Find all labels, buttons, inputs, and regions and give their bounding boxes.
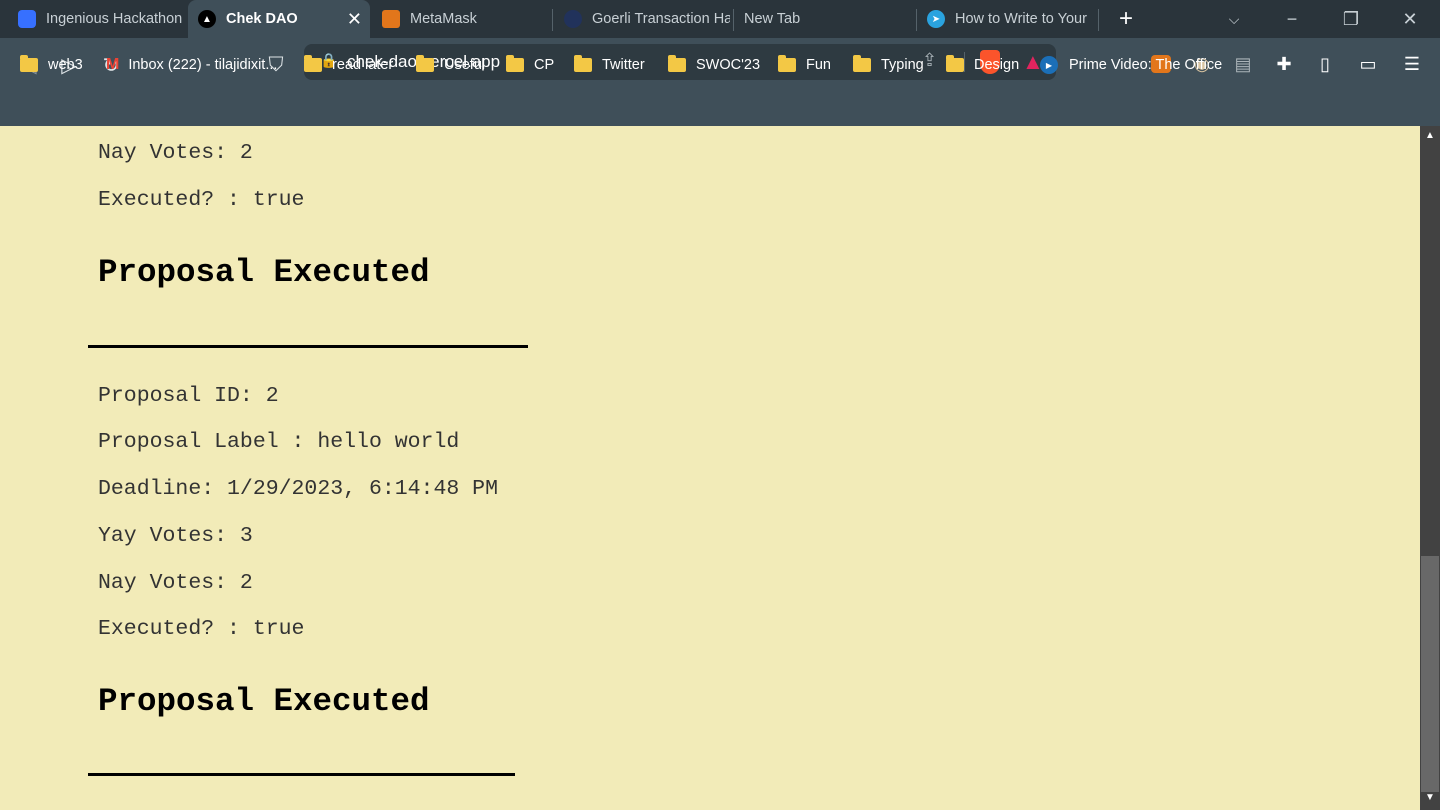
bookmark-label: Prime Video: The Office [1069, 57, 1223, 73]
bookmark-label: CP [534, 57, 555, 73]
folder-icon [304, 55, 322, 72]
tab-divider [552, 9, 553, 31]
tab-search-chevron-icon[interactable]: ⌵ [1214, 0, 1254, 38]
tab-metamask[interactable]: MetaMask [372, 0, 550, 38]
folder-icon [20, 55, 38, 72]
tab-goerli[interactable]: Goerli Transaction Ha [554, 0, 730, 38]
tab-label: Chek DAO [226, 11, 298, 27]
minimize-button[interactable]: − [1272, 0, 1312, 38]
restore-button[interactable]: ❐ [1331, 0, 1371, 38]
devfolio-icon [18, 10, 36, 28]
nay-votes: Nay Votes: 2 [98, 571, 253, 595]
bookmark-label: Inbox (222) - tilajidixit... [128, 57, 278, 73]
extensions-puzzle-icon[interactable]: ✚ [1270, 50, 1298, 78]
tab-divider [1098, 9, 1099, 31]
bookmark-cp[interactable]: CP [506, 53, 554, 77]
bookmark-label: Twitter [602, 57, 645, 73]
bookmark-label: Fun [806, 57, 831, 73]
tab-label: Goerli Transaction Ha [592, 11, 730, 27]
scroll-up-arrow-icon[interactable]: ▲ [1420, 130, 1440, 146]
bookmark-label: Typing [881, 57, 924, 73]
tab-label: Ingenious Hackathon [46, 11, 183, 27]
proposal-label: Proposal Label : hello world [98, 430, 460, 454]
divider [88, 345, 528, 348]
reader-mode-icon[interactable]: ▤ [1229, 50, 1257, 78]
bookmark-useful[interactable]: Useful [416, 53, 485, 77]
bookmark-design[interactable]: Design [946, 53, 1019, 77]
proposal-id: Proposal ID: 2 [98, 384, 279, 408]
prime-video-icon: ▶ [1040, 56, 1058, 74]
telegram-icon: ➤ [927, 10, 945, 28]
close-tab-icon[interactable]: ✕ [347, 9, 362, 30]
proposal-deadline: Deadline: 1/29/2023, 6:14:48 PM [98, 477, 498, 501]
bookmark-read-later[interactable]: read later [304, 53, 393, 77]
close-window-button[interactable]: ✕ [1390, 0, 1430, 38]
tab-label: How to Write to Your [955, 11, 1087, 27]
proposal-executed-heading: Proposal Executed [98, 683, 430, 720]
folder-icon [574, 55, 592, 72]
share-icon[interactable]: ⇪ [922, 50, 937, 71]
folder-icon [506, 55, 524, 72]
tab-chek-dao[interactable]: ▲ Chek DAO ✕ [188, 0, 370, 38]
tab-telegram[interactable]: ➤ How to Write to Your [918, 0, 1088, 38]
sidebar-icon[interactable]: ▯ [1311, 50, 1339, 78]
new-tab-button[interactable]: + [1106, 0, 1146, 38]
bookmark-label: Design [974, 57, 1020, 73]
bookmark-label: web3 [48, 57, 83, 73]
folder-icon [853, 55, 871, 72]
page-content: Nay Votes: 2 Executed? : true Proposal E… [0, 126, 1420, 810]
tab-divider [733, 9, 734, 31]
folder-icon [668, 55, 686, 72]
divider [88, 773, 515, 776]
tab-bar: Ingenious Hackathon ▲ Chek DAO ✕ MetaMask … [0, 0, 1440, 38]
bookmark-label: SWOC'23 [696, 57, 761, 73]
tab-label: MetaMask [410, 11, 477, 27]
bookmark-prime-video[interactable]: ▶ Prime Video: The Office [1040, 53, 1222, 77]
folder-icon [416, 55, 434, 72]
vercel-icon: ▲ [198, 10, 216, 28]
menu-icon[interactable]: ☰ [1398, 50, 1426, 78]
folder-icon [778, 55, 796, 72]
bookmark-twitter[interactable]: Twitter [574, 53, 645, 77]
nay-votes: Nay Votes: 2 [98, 141, 253, 165]
tab-label: New Tab [744, 11, 801, 27]
metamask-icon [382, 10, 400, 28]
wallet-icon[interactable]: ▭ [1354, 50, 1382, 78]
proposal-executed-heading: Proposal Executed [98, 254, 430, 291]
tab-divider [916, 9, 917, 31]
folder-icon [946, 55, 964, 72]
bookmark-web3[interactable]: web3 [20, 53, 83, 77]
scroll-down-arrow-icon[interactable]: ▼ [1420, 792, 1440, 808]
bookmark-label: Useful [444, 57, 486, 73]
tab-new-tab[interactable]: New Tab [735, 0, 913, 38]
tab-ingenious-hackathon[interactable]: Ingenious Hackathon [8, 0, 186, 38]
executed-status: Executed? : true [98, 188, 305, 212]
gmail-icon: M [106, 56, 120, 73]
yay-votes: Yay Votes: 3 [98, 524, 253, 548]
bookmark-fun[interactable]: Fun [778, 53, 831, 77]
bookmark-gmail[interactable]: M Inbox (222) - tilajidixit... [106, 53, 277, 77]
etherscan-icon [564, 10, 582, 28]
executed-status: Executed? : true [98, 617, 305, 641]
bookmark-label: read later [332, 57, 394, 73]
bookmark-swoc[interactable]: SWOC'23 [668, 53, 760, 77]
bookmark-typing[interactable]: Typing [853, 53, 924, 77]
scrollbar-thumb[interactable] [1421, 556, 1439, 792]
toolbar: ◁ ▷ ↻ ⛉ 🔒 chek-dao.vercel.app ⇪ ▲ ◉ ▤ ✚ … [0, 38, 1440, 126]
